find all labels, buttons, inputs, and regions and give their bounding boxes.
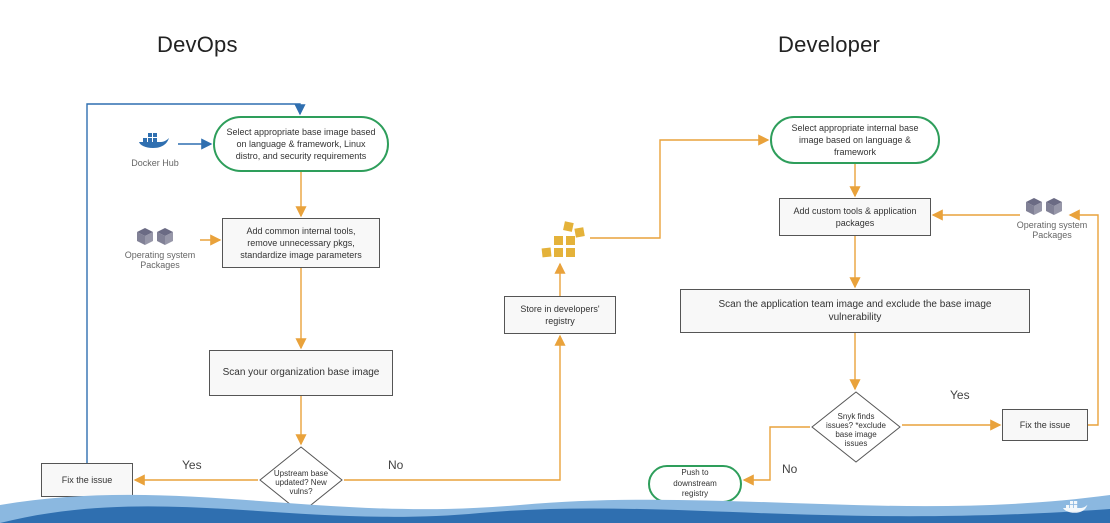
dev-add-node: Add custom tools & application packages (779, 198, 931, 236)
footer-wave (0, 475, 1110, 523)
dev-decision-node: Snyk finds issues? *exclude base image i… (810, 390, 902, 469)
devops-title: DevOps (157, 32, 238, 58)
docker-whale-icon (137, 128, 173, 161)
docker-footer-icon (1062, 497, 1092, 519)
devops-fix-node: Fix the issue (41, 463, 133, 497)
os-packages-label-left: Operating system Packages (120, 250, 200, 270)
dev-push-node: Push to downstream registry (648, 465, 742, 503)
devops-yes-label: Yes (182, 458, 202, 472)
devops-store-node: Store in developers' registry (504, 296, 616, 334)
devops-decision-text: Upstream base updated? New vulns? (258, 445, 344, 520)
devops-scan-node: Scan your organization base image (209, 350, 393, 396)
developer-title: Developer (778, 32, 880, 58)
dev-scan-node: Scan the application team image and excl… (680, 289, 1030, 333)
dev-fix-node: Fix the issue (1002, 409, 1088, 441)
docker-hub-label: Docker Hub (130, 158, 180, 168)
devops-no-label: No (388, 458, 403, 472)
dev-start-node: Select appropriate internal base image b… (770, 116, 940, 164)
dev-no-label: No (782, 462, 797, 476)
devops-start-node: Select appropriate base image based on l… (213, 116, 389, 172)
dev-decision-text: Snyk finds issues? *exclude base image i… (810, 390, 902, 469)
devops-decision-node: Upstream base updated? New vulns? (258, 445, 344, 520)
devops-tools-node: Add common internal tools, remove unnece… (222, 218, 380, 268)
registry-grid-icon (540, 218, 586, 265)
os-packages-label-right: Operating system Packages (1012, 220, 1092, 240)
dev-yes-label: Yes (950, 388, 970, 402)
